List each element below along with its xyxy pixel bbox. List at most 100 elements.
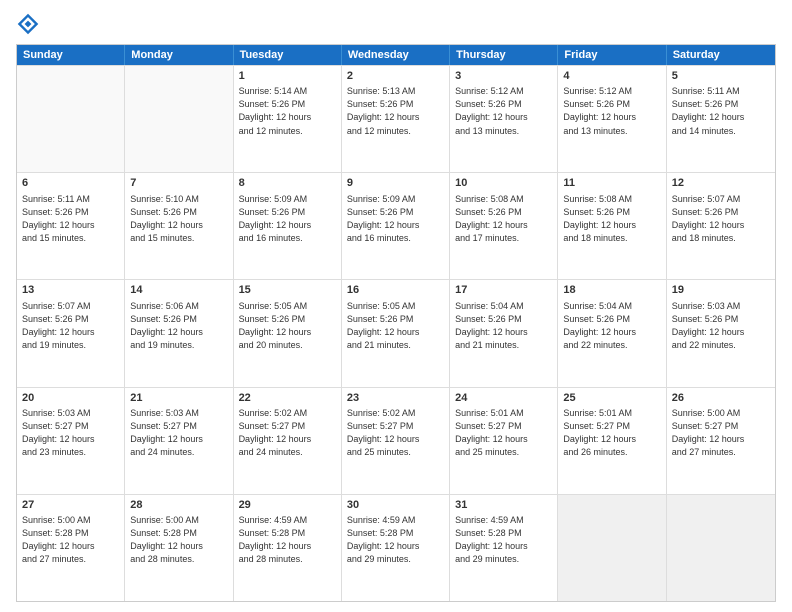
calendar-cell: 4Sunrise: 5:12 AMSunset: 5:26 PMDaylight… xyxy=(558,66,666,172)
calendar-cell: 3Sunrise: 5:12 AMSunset: 5:26 PMDaylight… xyxy=(450,66,558,172)
day-number: 26 xyxy=(672,391,770,406)
day-number: 25 xyxy=(563,391,660,406)
day-number: 22 xyxy=(239,391,336,406)
cell-text: Sunrise: 5:12 AMSunset: 5:26 PMDaylight:… xyxy=(563,85,660,137)
day-number: 7 xyxy=(130,176,227,191)
calendar-header-cell: Friday xyxy=(558,45,666,65)
day-number: 2 xyxy=(347,69,444,84)
calendar-cell: 1Sunrise: 5:14 AMSunset: 5:26 PMDaylight… xyxy=(234,66,342,172)
cell-text: Sunrise: 5:06 AMSunset: 5:26 PMDaylight:… xyxy=(130,300,227,352)
day-number: 18 xyxy=(563,283,660,298)
cell-text: Sunrise: 4:59 AMSunset: 5:28 PMDaylight:… xyxy=(239,514,336,566)
calendar-cell xyxy=(558,495,666,601)
calendar-cell: 10 Sunrise: 5:08 AMSunset: 5:26 PMDayligh… xyxy=(450,173,558,279)
calendar-cell: 17Sunrise: 5:04 AMSunset: 5:26 PMDayligh… xyxy=(450,280,558,386)
calendar-cell: 2Sunrise: 5:13 AMSunset: 5:26 PMDaylight… xyxy=(342,66,450,172)
calendar-cell: 14 Sunrise: 5:06 AMSunset: 5:26 PMDayligh… xyxy=(125,280,233,386)
calendar-cell: 6 Sunrise: 5:11 AMSunset: 5:26 PMDaylight… xyxy=(17,173,125,279)
cell-text: Sunrise: 5:08 AMSunset: 5:26 PMDaylight:… xyxy=(563,193,660,245)
day-number: 9 xyxy=(347,176,444,191)
calendar-header-cell: Sunday xyxy=(17,45,125,65)
day-number: 12 xyxy=(672,176,770,191)
day-number: 3 xyxy=(455,69,552,84)
calendar: SundayMondayTuesdayWednesdayThursdayFrid… xyxy=(16,44,776,602)
calendar-cell: 27Sunrise: 5:00 AMSunset: 5:28 PMDayligh… xyxy=(17,495,125,601)
logo-icon xyxy=(16,12,40,36)
day-number: 17 xyxy=(455,283,552,298)
day-number: 23 xyxy=(347,391,444,406)
day-number: 21 xyxy=(130,391,227,406)
cell-text: Sunrise: 5:05 AMSunset: 5:26 PMDaylight:… xyxy=(347,300,444,352)
day-number: 13 xyxy=(22,283,119,298)
cell-text: Sunrise: 5:08 AMSunset: 5:26 PMDaylight:… xyxy=(455,193,552,245)
calendar-cell: 18Sunrise: 5:04 AMSunset: 5:26 PMDayligh… xyxy=(558,280,666,386)
day-number: 27 xyxy=(22,498,119,513)
day-number: 8 xyxy=(239,176,336,191)
cell-text: Sunrise: 5:00 AMSunset: 5:28 PMDaylight:… xyxy=(130,514,227,566)
cell-text: Sunrise: 5:12 AMSunset: 5:26 PMDaylight:… xyxy=(455,85,552,137)
calendar-cell: 16 Sunrise: 5:05 AMSunset: 5:26 PMDayligh… xyxy=(342,280,450,386)
calendar-header-cell: Monday xyxy=(125,45,233,65)
cell-text: Sunrise: 5:02 AMSunset: 5:27 PMDaylight:… xyxy=(347,407,444,459)
cell-text: Sunrise: 5:03 AMSunset: 5:27 PMDaylight:… xyxy=(22,407,119,459)
cell-text: Sunrise: 5:14 AMSunset: 5:26 PMDaylight:… xyxy=(239,85,336,137)
calendar-cell: 30Sunrise: 4:59 AMSunset: 5:28 PMDayligh… xyxy=(342,495,450,601)
cell-text: Sunrise: 5:10 AMSunset: 5:26 PMDaylight:… xyxy=(130,193,227,245)
cell-text: Sunrise: 5:03 AMSunset: 5:27 PMDaylight:… xyxy=(130,407,227,459)
calendar-row: 20Sunrise: 5:03 AMSunset: 5:27 PMDayligh… xyxy=(17,387,775,494)
cell-text: Sunrise: 5:02 AMSunset: 5:27 PMDaylight:… xyxy=(239,407,336,459)
calendar-cell: 22Sunrise: 5:02 AMSunset: 5:27 PMDayligh… xyxy=(234,388,342,494)
day-number: 31 xyxy=(455,498,552,513)
day-number: 15 xyxy=(239,283,336,298)
day-number: 4 xyxy=(563,69,660,84)
calendar-header-cell: Saturday xyxy=(667,45,775,65)
logo xyxy=(16,12,44,36)
calendar-header-row: SundayMondayTuesdayWednesdayThursdayFrid… xyxy=(17,45,775,65)
calendar-cell xyxy=(17,66,125,172)
day-number: 19 xyxy=(672,283,770,298)
calendar-row: 27Sunrise: 5:00 AMSunset: 5:28 PMDayligh… xyxy=(17,494,775,601)
calendar-cell: 13Sunrise: 5:07 AMSunset: 5:26 PMDayligh… xyxy=(17,280,125,386)
calendar-header-cell: Tuesday xyxy=(234,45,342,65)
header xyxy=(16,12,776,36)
calendar-row: 1Sunrise: 5:14 AMSunset: 5:26 PMDaylight… xyxy=(17,65,775,172)
day-number: 20 xyxy=(22,391,119,406)
calendar-cell: 19 Sunrise: 5:03 AMSunset: 5:26 PMDayligh… xyxy=(667,280,775,386)
calendar-header-cell: Wednesday xyxy=(342,45,450,65)
calendar-row: 13Sunrise: 5:07 AMSunset: 5:26 PMDayligh… xyxy=(17,279,775,386)
day-number: 1 xyxy=(239,69,336,84)
cell-text: Sunrise: 5:00 AMSunset: 5:28 PMDaylight:… xyxy=(22,514,119,566)
cell-text: Sunrise: 5:13 AMSunset: 5:26 PMDaylight:… xyxy=(347,85,444,137)
day-number: 11 xyxy=(563,176,660,191)
calendar-cell: 15Sunrise: 5:05 AMSunset: 5:26 PMDayligh… xyxy=(234,280,342,386)
cell-text: Sunrise: 5:11 AMSunset: 5:26 PMDaylight:… xyxy=(672,85,770,137)
cell-text: Sunrise: 5:01 AMSunset: 5:27 PMDaylight:… xyxy=(563,407,660,459)
calendar-cell: 9Sunrise: 5:09 AMSunset: 5:26 PMDaylight… xyxy=(342,173,450,279)
cell-text: Sunrise: 5:01 AMSunset: 5:27 PMDaylight:… xyxy=(455,407,552,459)
calendar-cell: 20Sunrise: 5:03 AMSunset: 5:27 PMDayligh… xyxy=(17,388,125,494)
day-number: 24 xyxy=(455,391,552,406)
calendar-cell: 28Sunrise: 5:00 AMSunset: 5:28 PMDayligh… xyxy=(125,495,233,601)
calendar-body: 1Sunrise: 5:14 AMSunset: 5:26 PMDaylight… xyxy=(17,65,775,601)
day-number: 6 xyxy=(22,176,119,191)
calendar-cell: 21Sunrise: 5:03 AMSunset: 5:27 PMDayligh… xyxy=(125,388,233,494)
day-number: 14 xyxy=(130,283,227,298)
day-number: 30 xyxy=(347,498,444,513)
day-number: 16 xyxy=(347,283,444,298)
cell-text: Sunrise: 5:03 AMSunset: 5:26 PMDaylight:… xyxy=(672,300,770,352)
calendar-cell: 25Sunrise: 5:01 AMSunset: 5:27 PMDayligh… xyxy=(558,388,666,494)
calendar-row: 6 Sunrise: 5:11 AMSunset: 5:26 PMDaylight… xyxy=(17,172,775,279)
day-number: 10 xyxy=(455,176,552,191)
calendar-cell xyxy=(667,495,775,601)
calendar-header-cell: Thursday xyxy=(450,45,558,65)
calendar-cell: 11 Sunrise: 5:08 AMSunset: 5:26 PMDayligh… xyxy=(558,173,666,279)
cell-text: Sunrise: 5:11 AMSunset: 5:26 PMDaylight:… xyxy=(22,193,119,245)
calendar-cell: 5Sunrise: 5:11 AMSunset: 5:26 PMDaylight… xyxy=(667,66,775,172)
day-number: 29 xyxy=(239,498,336,513)
calendar-cell: 29Sunrise: 4:59 AMSunset: 5:28 PMDayligh… xyxy=(234,495,342,601)
page: SundayMondayTuesdayWednesdayThursdayFrid… xyxy=(0,0,792,612)
calendar-cell xyxy=(125,66,233,172)
calendar-cell: 31Sunrise: 4:59 AMSunset: 5:28 PMDayligh… xyxy=(450,495,558,601)
cell-text: Sunrise: 5:00 AMSunset: 5:27 PMDaylight:… xyxy=(672,407,770,459)
calendar-cell: 24Sunrise: 5:01 AMSunset: 5:27 PMDayligh… xyxy=(450,388,558,494)
